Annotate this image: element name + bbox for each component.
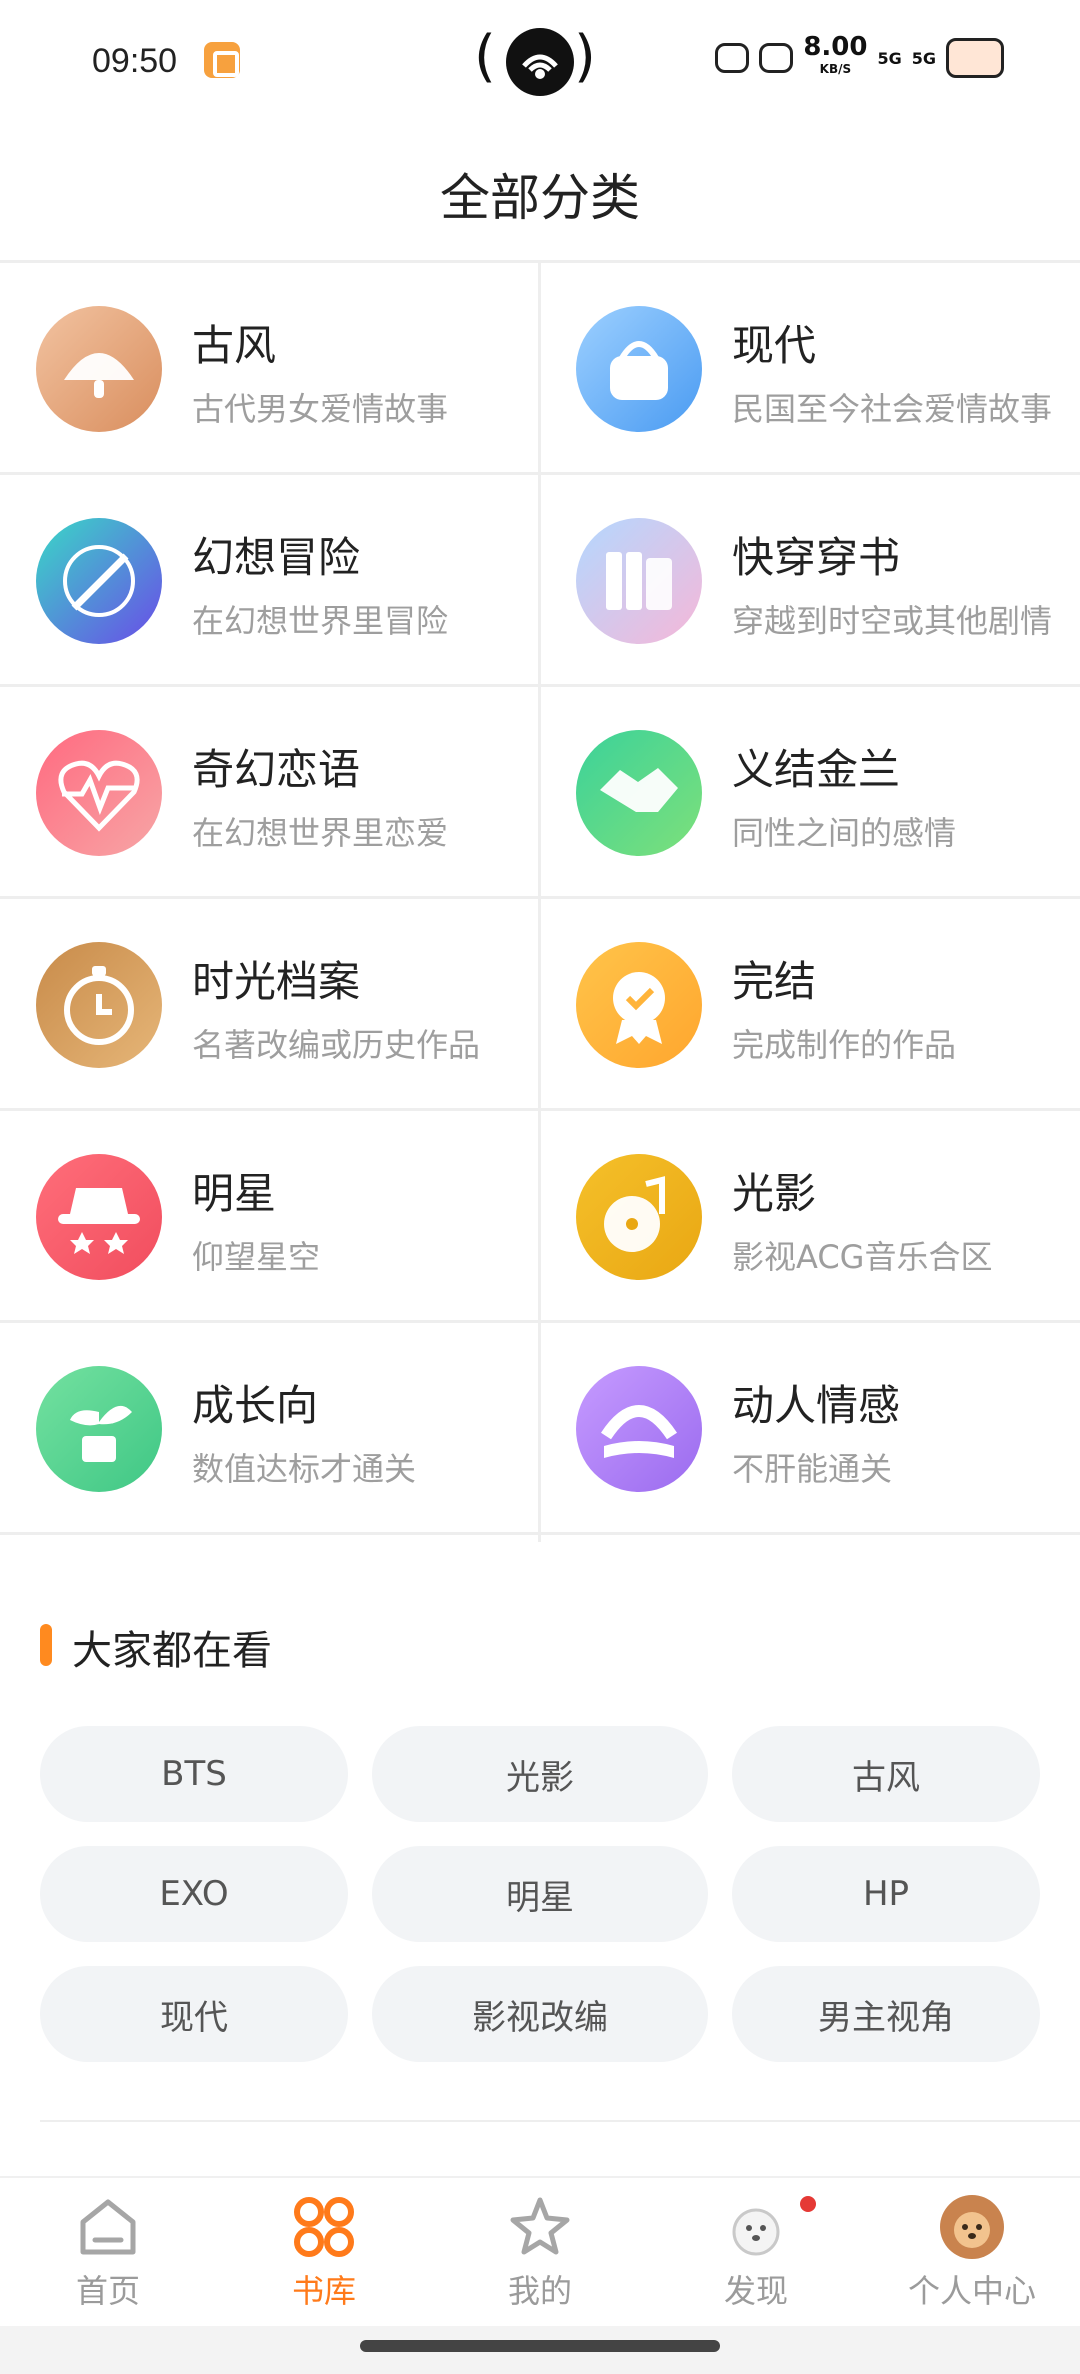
category-item[interactable]: 时光档案名著改编或历史作品 [0, 898, 540, 1110]
category-desc: 不肝能通关 [732, 1450, 893, 1488]
tag-chip[interactable]: HP [732, 1846, 1040, 1942]
tab-label: 我的 [507, 2272, 572, 2310]
category-name: 时光档案 [192, 957, 361, 1006]
section-title: 大家都在看 [72, 1628, 272, 1674]
tab-label: 个人中心 [907, 2272, 1036, 2310]
app-notification-icon [204, 42, 240, 78]
camera-island: ( ) [474, 22, 596, 98]
tab-label: 首页 [75, 2272, 140, 2310]
page-title: 全部分类 [440, 169, 640, 227]
handbag-icon [576, 306, 702, 432]
home-gesture-bar[interactable] [360, 2340, 720, 2352]
category-item[interactable]: 光影影视ACG音乐合区 [540, 1110, 1080, 1322]
pet-icon [759, 43, 794, 73]
category-name: 幻想冒险 [192, 533, 361, 582]
fan-icon [36, 306, 162, 432]
heartbeat-icon [36, 730, 162, 856]
category-desc: 数值达标才通关 [192, 1450, 417, 1488]
category-name: 完结 [732, 957, 817, 1006]
tag-chip[interactable]: 光影 [372, 1726, 708, 1822]
badge-icon [576, 942, 702, 1068]
tab-label: 发现 [723, 2272, 788, 2310]
category-name: 动人情感 [732, 1381, 901, 1430]
status-icons: 8.00 KB/S 5G 5G [715, 32, 1004, 80]
signal-5g-1: 5G [877, 48, 902, 68]
film-music-icon [576, 1154, 702, 1280]
grid-icon [291, 2194, 357, 2260]
category-desc: 穿越到时空或其他剧情 [732, 602, 1053, 640]
category-item[interactable]: 明星 仰望星空 [0, 1110, 540, 1322]
category-desc: 仰望星空 [192, 1238, 321, 1276]
tab-discover[interactable]: 发现 [648, 2178, 864, 2328]
category-name: 现代 [732, 321, 817, 370]
bottom-tab-bar: 首页 书库 我的 发现 个人中心 [0, 2176, 1080, 2326]
star-icon [507, 2194, 573, 2260]
section-accent-bar [40, 1624, 52, 1666]
category-desc: 古代男女爱情故事 [192, 390, 449, 428]
category-desc: 影视ACG音乐合区 [732, 1238, 993, 1276]
tag-chip[interactable]: BTS [40, 1726, 348, 1822]
tab-library[interactable]: 书库 [216, 2178, 432, 2328]
category-item[interactable]: 成长向数值达标才通关 [0, 1322, 540, 1534]
tab-home[interactable]: 首页 [0, 2178, 216, 2328]
tab-mine[interactable]: 我的 [432, 2178, 648, 2328]
category-desc: 完成制作的作品 [732, 1026, 957, 1064]
hotspot-icon [506, 28, 574, 96]
status-time: 09:50 [92, 42, 178, 80]
divider [40, 2120, 1080, 2122]
category-item[interactable]: 动人情感 不肝能通关 [540, 1322, 1080, 1534]
category-item[interactable]: 奇幻恋语在幻想世界里恋爱 [0, 686, 540, 898]
tag-chip[interactable]: 影视改编 [372, 1966, 708, 2062]
category-name: 奇幻恋语 [192, 745, 361, 794]
tag-chip[interactable]: 古风 [732, 1726, 1040, 1822]
tag-chip[interactable]: 现代 [40, 1966, 348, 2062]
network-speed: 8.00 KB/S [803, 32, 868, 76]
pet-icon [715, 43, 750, 73]
stopwatch-icon [36, 942, 162, 1068]
category-name: 光影 [732, 1169, 817, 1218]
category-item[interactable]: 义结金兰同性之间的感情 [540, 686, 1080, 898]
signal-5g-2: 5G [911, 48, 936, 68]
rainbow-book-icon [576, 1366, 702, 1492]
category-item[interactable]: 幻想冒险在幻想世界里冒险 [0, 474, 540, 686]
grid-divider [538, 262, 541, 1542]
books-icon [576, 518, 702, 644]
handshake-icon [576, 730, 702, 856]
category-name: 成长向 [192, 1381, 319, 1430]
category-name: 义结金兰 [732, 745, 901, 794]
tab-profile[interactable]: 个人中心 [864, 2178, 1080, 2328]
category-name: 明星 [192, 1169, 277, 1218]
category-desc: 在幻想世界里冒险 [192, 602, 449, 640]
category-name: 古风 [192, 321, 277, 370]
status-bar: 09:50 ( ) 8.00 KB/S 5G 5G [0, 0, 1080, 120]
tag-chip[interactable]: EXO [40, 1846, 348, 1942]
category-name: 快穿穿书 [732, 533, 901, 582]
sprout-icon [36, 1366, 162, 1492]
category-item[interactable]: 现代民国至今社会爱情故事 [540, 262, 1080, 474]
avatar-icon [939, 2194, 1005, 2260]
category-item[interactable]: 古风古代男女爱情故事 [0, 262, 540, 474]
category-desc: 民国至今社会爱情故事 [732, 390, 1053, 428]
tag-chip[interactable]: 明星 [372, 1846, 708, 1942]
category-item[interactable]: 快穿穿书穿越到时空或其他剧情 [540, 474, 1080, 686]
notification-dot [800, 2196, 816, 2212]
category-desc: 同性之间的感情 [732, 814, 957, 852]
battery-icon [946, 38, 1004, 78]
category-desc: 在幻想世界里恋爱 [192, 814, 449, 852]
tag-chip[interactable]: 男主视角 [732, 1966, 1040, 2062]
hat-stars-icon [36, 1154, 162, 1280]
category-item[interactable]: 完结 完成制作的作品 [540, 898, 1080, 1110]
sword-icon [36, 518, 162, 644]
category-desc: 名著改编或历史作品 [192, 1026, 481, 1064]
tab-label: 书库 [291, 2272, 356, 2310]
dog-icon [723, 2194, 789, 2260]
home-icon [75, 2194, 141, 2260]
